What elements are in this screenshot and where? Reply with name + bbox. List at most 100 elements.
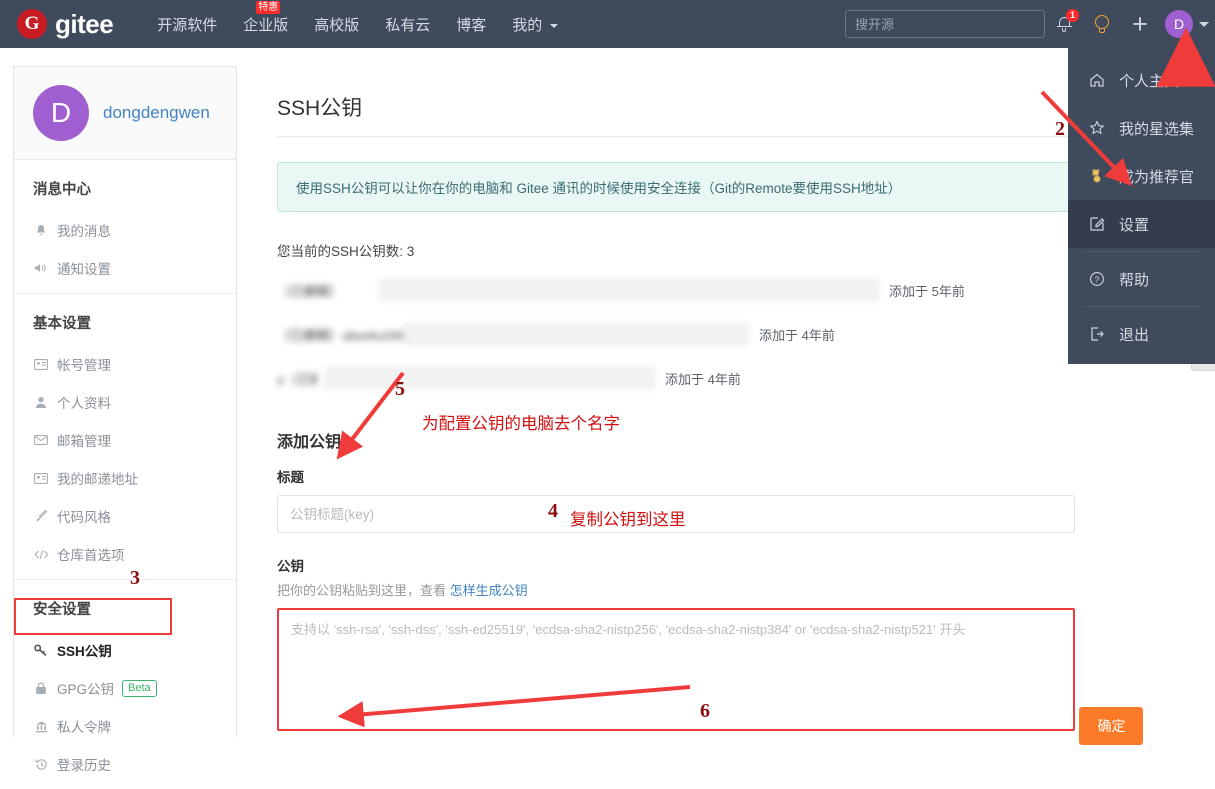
sidebar-item-label: 我的消息 [57,224,111,239]
sidebar-item-ssh-keys[interactable]: SSH公钥 [14,631,236,669]
search-input[interactable] [845,10,1045,38]
sidebar-item-label: SSH公钥 [57,644,112,659]
sidebar-item-gpg-keys[interactable]: GPG公钥 Beta [14,669,236,707]
ssh-key-added-time: 添加于 5年前 [889,283,965,299]
bell-icon [33,224,49,237]
menu-item-label: 个人主页 [1119,72,1180,90]
sidebar-item-label: 仓库首选项 [57,548,125,563]
avatar: D [1165,10,1193,38]
page-body: D dongdengwen 消息中心 我的消息 通知设置 基本设置 帐号管理 个… [0,48,1215,773]
brush-icon [33,509,49,523]
user-icon [33,396,49,409]
menu-item-help[interactable]: ? 帮助 [1068,255,1215,303]
gitee-logo[interactable]: G gitee [0,8,114,40]
menu-divider [1082,306,1201,307]
sidebar-group-security: 安全设置 SSH公钥 GPG公钥 Beta 私人令牌 登录历史 [14,579,236,789]
sidebar-item-repo-preferences[interactable]: 仓库首选项 [14,535,236,573]
avatar: D [33,85,89,141]
sidebar-item-my-messages[interactable]: 我的消息 [14,211,236,249]
suggestion-button[interactable] [1083,0,1121,48]
menu-item-label: 设置 [1119,216,1150,234]
menu-item-label: 退出 [1119,326,1150,344]
sidebar-item-notification-settings[interactable]: 通知设置 [14,249,236,287]
sidebar-group-title: 安全设置 [33,602,91,618]
ssh-key-fingerprint [404,323,749,345]
sidebar-item-label: 我的邮递地址 [57,472,138,487]
star-icon [1087,120,1106,136]
ssh-key-row[interactable]: u（已模糊） 添加于 4年前 [277,362,1215,394]
sidebar-item-login-history[interactable]: 登录历史 [14,745,236,783]
menu-item-my-stars[interactable]: 我的星选集 [1068,104,1215,152]
nav-item-enterprise[interactable]: 企业版 特惠 [243,0,289,35]
menu-item-label: 我的星选集 [1119,120,1195,138]
nav-item-blog[interactable]: 博客 [456,14,486,35]
nav-right-group: 1 + D [845,0,1215,48]
nav-item-education[interactable]: 高校版 [314,14,359,35]
nav-item-label: 我的 [512,16,543,34]
speaker-icon [33,262,49,274]
submit-button[interactable]: 确定 [1079,707,1144,745]
envelope-icon [33,435,49,445]
sidebar-item-label: 通知设置 [57,262,111,277]
sidebar-item-account[interactable]: 帐号管理 [14,345,236,383]
user-dropdown-menu: 个人主页 我的星选集 成为推荐官 设置 ? 帮助 退出 [1068,48,1215,364]
sidebar-group-messages: 消息中心 我的消息 通知设置 [14,160,236,293]
id-card-icon [33,358,49,370]
title-field-label: 标题 [277,470,304,485]
gitee-logo-icon: G [17,9,47,39]
menu-item-label: 成为推荐官 [1119,168,1195,186]
notifications-button[interactable]: 1 [1045,0,1083,48]
create-new-button[interactable]: + [1121,0,1159,48]
home-icon [1087,72,1106,88]
lock-icon [33,681,49,695]
key-field-hint-text: 把你的公钥粘贴到这里，查看 [277,583,450,598]
user-avatar-button[interactable]: D [1159,0,1215,48]
history-icon [33,758,49,771]
sidebar-item-label: 帐号管理 [57,358,111,373]
sidebar-group-basic: 基本设置 帐号管理 个人资料 邮箱管理 我的邮递地址 代码风格 仓库首选项 [14,293,236,579]
username-label: dongdengwen [103,103,210,122]
logout-icon [1087,326,1106,342]
nav-item-label: 企业版 [243,16,289,34]
menu-item-settings[interactable]: 设置 [1068,200,1215,248]
key-field-label: 公钥 [277,559,304,574]
menu-item-logout[interactable]: 退出 [1068,310,1215,358]
key-title-input[interactable] [277,495,1075,533]
ssh-key-fingerprint [325,367,655,389]
sidebar-item-label: 私人令牌 [57,720,111,735]
top-navigation-bar: G gitee 开源软件 企业版 特惠 高校版 私有云 博客 我的 搜开源 1 … [0,0,1215,48]
menu-item-label: 帮助 [1119,271,1150,289]
lightbulb-icon [1094,14,1110,34]
public-key-textarea[interactable] [277,608,1075,731]
bank-icon [33,720,49,733]
sidebar-group-title: 消息中心 [33,182,91,198]
nav-item-label: 私有云 [385,16,431,34]
sidebar-item-email[interactable]: 邮箱管理 [14,421,236,459]
sidebar-group-title: 基本设置 [33,316,91,332]
sidebar-item-label: 代码风格 [57,510,111,525]
gitee-logo-text: gitee [55,8,114,39]
sidebar-item-label: 登录历史 [57,758,111,773]
edit-square-icon [1087,216,1106,232]
nav-item-opensource[interactable]: 开源软件 [157,14,217,35]
sidebar-item-code-style[interactable]: 代码风格 [14,497,236,535]
ssh-key-fingerprint [379,279,879,301]
menu-item-personal-home[interactable]: 个人主页 [1068,56,1215,104]
nav-item-mine[interactable]: 我的 [512,14,559,35]
nav-item-privatecloud[interactable]: 私有云 [385,14,430,35]
code-icon [33,549,49,560]
main-nav-items: 开源软件 企业版 特惠 高校版 私有云 博客 我的 [157,0,584,48]
how-to-generate-key-link[interactable]: 怎样生成公钥 [450,583,528,598]
plus-icon: + [1132,8,1148,39]
medal-icon [1087,168,1106,184]
sidebar-profile[interactable]: D dongdengwen [14,67,236,160]
menu-item-become-ambassador[interactable]: 成为推荐官 [1068,152,1215,200]
beta-tag: Beta [122,679,157,697]
settings-sidebar: D dongdengwen 消息中心 我的消息 通知设置 基本设置 帐号管理 个… [13,66,237,773]
add-key-section-title: 添加公钥 [277,434,342,451]
sidebar-item-mailing-address[interactable]: 我的邮递地址 [14,459,236,497]
key-field-hint: 把你的公钥粘贴到这里，查看 怎样生成公钥 [277,580,1215,599]
sidebar-item-profile[interactable]: 个人资料 [14,383,236,421]
sidebar-item-private-token[interactable]: 私人令牌 [14,707,236,745]
nav-item-label: 开源软件 [157,16,218,34]
